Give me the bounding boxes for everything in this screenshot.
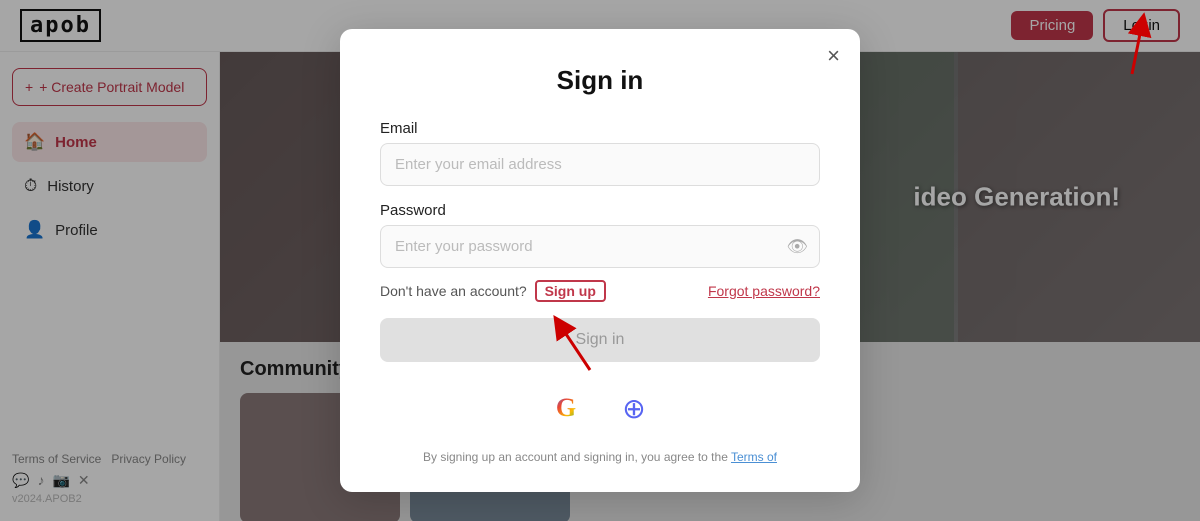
google-signin-button[interactable]: G xyxy=(540,382,592,434)
password-visibility-toggle[interactable]: 👁 xyxy=(786,237,808,257)
modal-title: Sign in xyxy=(380,65,820,96)
forgot-password-link[interactable]: Forgot password? xyxy=(708,283,820,299)
google-icon: G xyxy=(556,393,576,423)
email-label: Email xyxy=(380,120,820,137)
modal-overlay: × Sign in Email Password 👁 Don't have an… xyxy=(0,0,1200,521)
signup-link[interactable]: Sign up xyxy=(535,280,606,302)
discord-signin-button[interactable]: ⊕ xyxy=(608,382,660,434)
password-field-wrapper: 👁 xyxy=(380,225,820,268)
modal-close-button[interactable]: × xyxy=(827,45,840,67)
email-input[interactable] xyxy=(380,143,820,186)
no-account-text: Don't have an account? Sign up xyxy=(380,280,606,302)
password-input[interactable] xyxy=(380,225,820,268)
signin-button[interactable]: Sign in xyxy=(380,318,820,362)
signin-modal: × Sign in Email Password 👁 Don't have an… xyxy=(340,29,860,492)
tos-link[interactable]: Terms of xyxy=(731,450,777,464)
tos-text: By signing up an account and signing in,… xyxy=(380,450,820,464)
discord-icon: ⊕ xyxy=(622,392,645,425)
form-links-row: Don't have an account? Sign up Forgot pa… xyxy=(380,280,820,302)
password-label: Password xyxy=(380,202,820,219)
social-login-buttons: G ⊕ xyxy=(380,382,820,434)
